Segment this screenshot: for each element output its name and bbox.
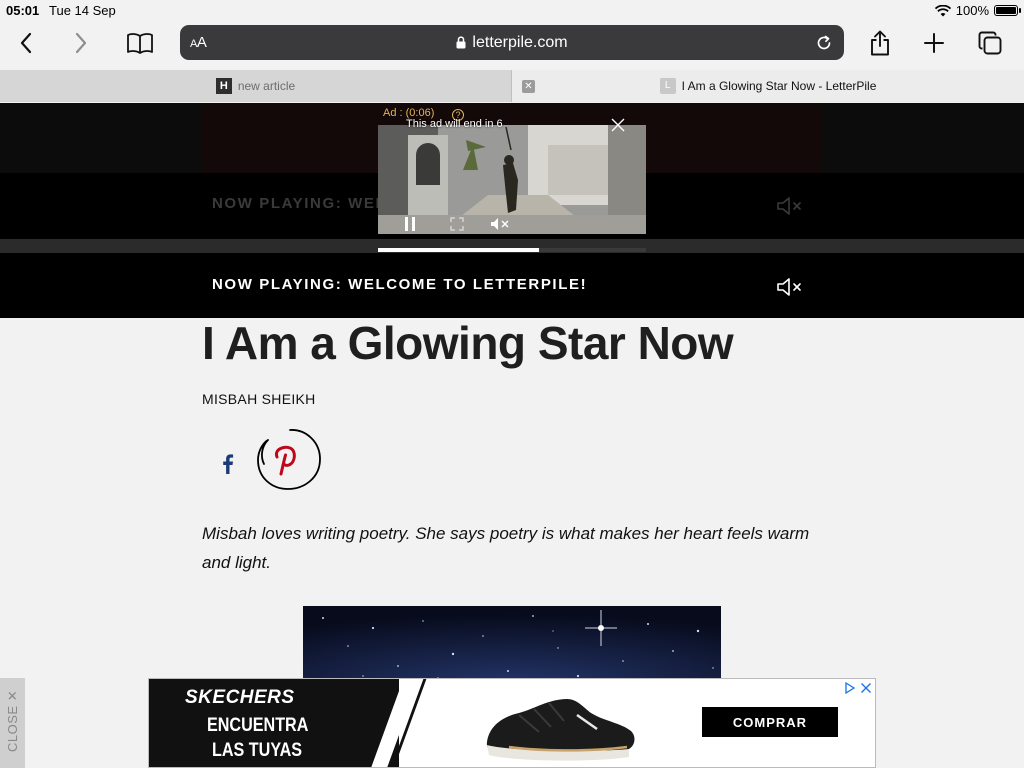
pinterest-share-button[interactable] [254,426,322,492]
close-ad-label[interactable]: CLOSE ✕ [5,690,21,752]
url-display[interactable]: letterpile.com [180,25,844,60]
facebook-share-button[interactable] [214,450,242,478]
status-indicators: 100% [934,3,1021,18]
battery-percent: 100% [955,3,989,18]
chevron-right-icon [75,32,87,54]
adchoices-icon [845,682,856,694]
article-author[interactable]: MISBAH SHEIKH [202,391,316,407]
book-icon [127,33,153,54]
tab-close-button[interactable]: ✕ [522,80,535,93]
ad-progress-bar [378,248,539,252]
fullscreen-button[interactable] [450,217,464,236]
new-tab-button[interactable] [914,26,954,60]
status-time: 05:01 [6,3,40,18]
share-icon [871,30,889,56]
ad-slogan-line2: LAS TUYAS [212,740,303,761]
ad-countdown: This ad will end in 6 [406,118,503,130]
close-icon [611,118,625,132]
browser-toolbar: AA letterpile.com [0,22,1024,70]
url-text: letterpile.com [472,33,568,51]
fullscreen-icon [450,217,464,231]
battery-icon [994,5,1021,16]
share-button[interactable] [860,26,900,60]
close-icon[interactable] [860,682,872,694]
reload-button[interactable] [810,29,838,57]
chevron-left-icon [20,32,32,54]
ad-close-button[interactable] [610,117,626,133]
status-date: Tue 14 Sep [49,3,116,18]
bookmarks-button[interactable] [120,26,160,60]
ad-controls [378,213,646,235]
tab-label: new article [237,79,296,93]
speaker-muted-icon [777,197,801,215]
tab-favicon: L [659,78,676,94]
starfield-image [303,606,721,686]
tab-letterpile[interactable]: L I Am a Glowing Star Now - LetterPile ✕ [512,70,1024,102]
status-bar: 05:01 Tue 14 Sep 100% [0,0,1024,22]
facebook-icon [223,454,234,474]
close-icon: ✕ [5,689,20,702]
speaker-muted-icon [491,218,509,230]
banner-ad[interactable]: SKECHERS ENCUENTRA LAS TUYAS COMPRAR [148,678,876,768]
pause-button[interactable] [404,217,416,236]
article-summary: Misbah loves writing poetry. She says po… [202,524,810,572]
close-icon: ✕ [524,81,533,92]
pause-icon [405,217,415,231]
now-playing-label: NOW PLAYING: WELCOME TO LETTERPILE! [212,276,588,293]
tab-bar: H new article L I Am a Glowing Star Now … [0,70,1024,102]
now-playing-label-background: NOW PLAYING: WEL [212,195,387,212]
mute-button[interactable] [776,276,804,303]
ad-mute-button[interactable] [490,217,510,236]
tabs-icon [978,31,1002,55]
ad-slogan-line1: ENCUENTRA [207,715,309,736]
pinterest-icon [257,429,321,490]
mute-button-background[interactable] [776,195,804,222]
lock-icon [456,36,466,49]
shoe-image [486,699,635,761]
wifi-icon [934,4,951,16]
article-hero-image [303,606,721,686]
web-page: NOW PLAYING: WEL NOW PLAYING: WELCOME TO… [0,103,1024,768]
tabs-overview-button[interactable] [970,26,1010,60]
ad-brand-logo: SKECHERS [185,687,295,708]
forward-button[interactable] [61,26,101,60]
ad-choices[interactable] [844,681,875,695]
ad-cta-button[interactable]: COMPRAR [702,707,838,737]
speaker-muted-icon [777,278,801,296]
reload-icon [817,35,831,50]
tab-label: I Am a Glowing Star Now - LetterPile [681,79,877,93]
address-bar[interactable]: AA letterpile.com [180,25,844,60]
tab-favicon: H [215,78,232,94]
back-button[interactable] [6,26,46,60]
tab-new-article[interactable]: H new article [0,70,512,102]
plus-icon [924,33,944,53]
article-title: I Am a Glowing Star Now [202,317,734,369]
